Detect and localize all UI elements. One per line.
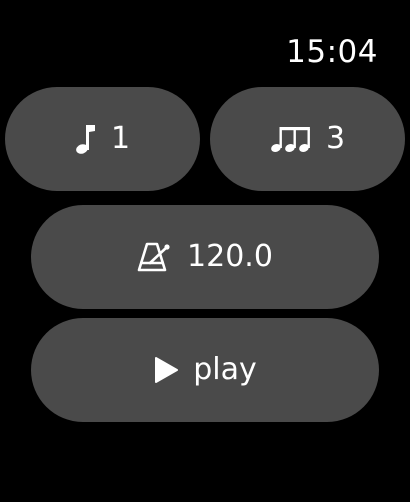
play-icon <box>153 356 179 384</box>
tempo-label: 120.0 <box>187 239 273 274</box>
metronome-icon <box>137 241 173 273</box>
triplet-notes-icon <box>270 124 312 154</box>
subdivision-button[interactable]: 3 <box>210 87 405 191</box>
play-button[interactable]: play <box>31 318 379 422</box>
eighth-note-icon <box>75 122 97 156</box>
beat-value-label: 1 <box>110 121 131 156</box>
play-label: play <box>193 352 257 387</box>
subdivision-label: 3 <box>325 121 346 156</box>
tempo-button[interactable]: 120.0 <box>31 205 379 309</box>
beat-value-button[interactable]: 1 <box>5 87 200 191</box>
status-time: 15:04 <box>286 34 378 70</box>
